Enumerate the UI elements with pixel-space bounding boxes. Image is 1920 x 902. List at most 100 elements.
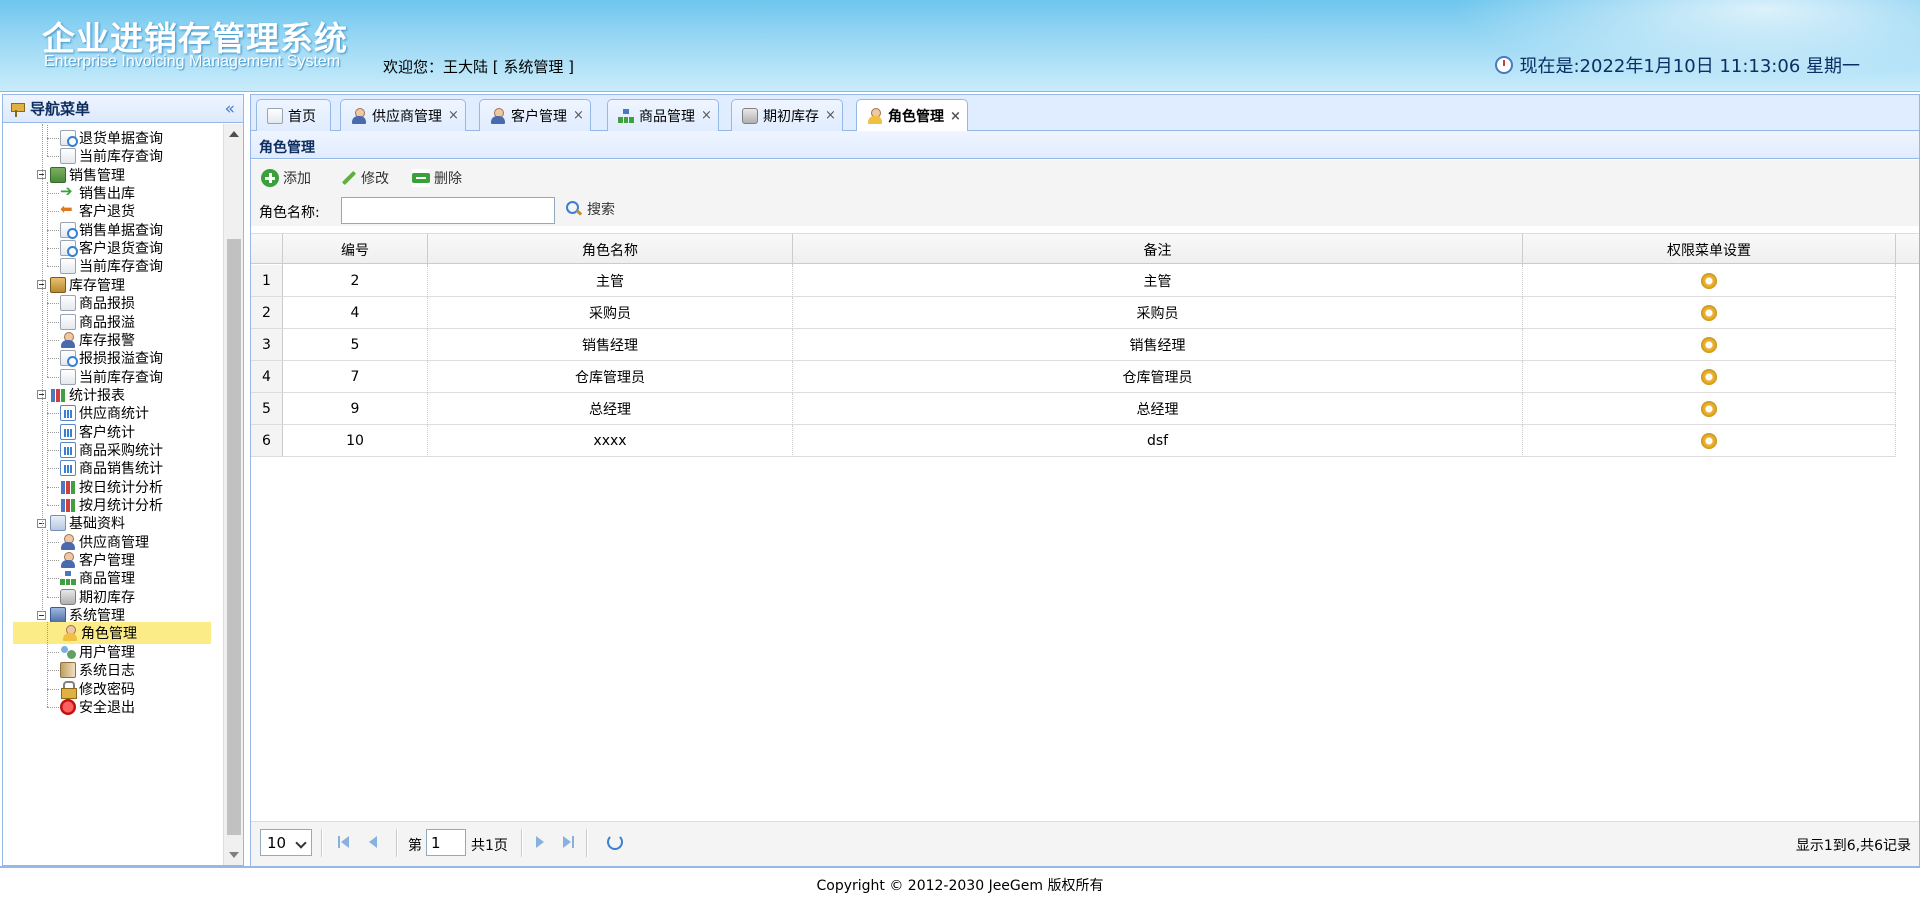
- doc-icon: [60, 148, 76, 165]
- page-total: 共1页: [471, 838, 508, 854]
- table-row[interactable]: 2 4 采购员 采购员: [251, 297, 1896, 329]
- tree-connector: [47, 541, 59, 543]
- cell-name: 仓库管理员: [428, 361, 793, 393]
- user-icon: [60, 533, 76, 550]
- close-tab-icon[interactable]: ×: [950, 109, 961, 124]
- row-number: 1: [251, 265, 283, 297]
- close-tab-icon[interactable]: ×: [825, 108, 836, 123]
- chart-icon: [60, 460, 76, 477]
- refresh-icon[interactable]: [607, 834, 623, 850]
- next-page-icon[interactable]: [534, 835, 548, 849]
- tab-label: 首页: [288, 108, 316, 125]
- doc-icon: [267, 107, 283, 124]
- column-header-permissions[interactable]: 权限菜单设置: [1523, 234, 1896, 265]
- tab-4[interactable]: 期初库存 ×: [731, 99, 843, 131]
- tab-5[interactable]: 角色管理 ×: [856, 99, 968, 132]
- permission-settings-gear-icon[interactable]: [1699, 303, 1719, 323]
- cell-permissions: [1523, 425, 1896, 457]
- page-size-select[interactable]: 10: [260, 829, 312, 856]
- clock-text: 现在是:2022年1月10日 11:13:06 星期一: [1519, 56, 1860, 77]
- tab-0[interactable]: 首页: [256, 99, 331, 131]
- collapse-sidebar-icon[interactable]: «: [225, 99, 235, 119]
- column-header-remark[interactable]: 备注: [793, 234, 1523, 265]
- close-tab-icon[interactable]: ×: [448, 108, 459, 123]
- tree-guide-line: [47, 401, 48, 505]
- sidebar-title: 导航菜单: [30, 100, 91, 118]
- cell-permissions: [1523, 361, 1896, 393]
- tree-connector: [47, 596, 59, 598]
- cell-name: 总经理: [428, 393, 793, 425]
- tab-label: 供应商管理: [372, 108, 442, 125]
- tree-guide-line: [42, 124, 43, 613]
- edit-label: 修改: [361, 171, 389, 187]
- tree-connector: [47, 578, 59, 580]
- search-doc-icon: [60, 350, 78, 368]
- prev-page-icon[interactable]: [364, 835, 378, 849]
- scroll-up-arrow-icon[interactable]: [229, 131, 239, 137]
- permission-settings-gear-icon[interactable]: [1699, 271, 1719, 291]
- header-decoration: [1400, 0, 1920, 91]
- tree-guide-line: [47, 291, 48, 377]
- row-number: 3: [251, 329, 283, 361]
- bar-chart-icon: [50, 387, 66, 403]
- cell-id: 2: [283, 265, 428, 297]
- tab-3[interactable]: 商品管理 ×: [607, 99, 719, 131]
- permission-settings-gear-icon[interactable]: [1699, 431, 1719, 451]
- bar-chart-icon: [60, 497, 76, 513]
- scroll-down-arrow-icon[interactable]: [229, 852, 239, 858]
- role-name-search-input[interactable]: [341, 197, 555, 224]
- edit-button[interactable]: 修改: [339, 167, 389, 189]
- table-row[interactable]: 3 5 销售经理 销售经理: [251, 329, 1896, 361]
- tree-item-31[interactable]: 安全退出: [60, 696, 135, 718]
- current-page-input[interactable]: 1: [426, 829, 466, 856]
- permission-settings-gear-icon[interactable]: [1699, 335, 1719, 355]
- close-tab-icon[interactable]: ×: [701, 108, 712, 123]
- permission-settings-gear-icon[interactable]: [1699, 399, 1719, 419]
- row-number: 2: [251, 297, 283, 329]
- tree-connector: [47, 651, 59, 653]
- database-icon: [60, 588, 76, 605]
- delete-label: 删除: [434, 171, 462, 187]
- column-header-name[interactable]: 角色名称: [428, 234, 793, 265]
- tab-1[interactable]: 供应商管理 ×: [340, 99, 466, 131]
- cell-permissions: [1523, 297, 1896, 329]
- tree-connector: [47, 560, 59, 562]
- table-row[interactable]: 1 2 主管 主管: [251, 265, 1896, 297]
- tree-connector: [47, 670, 59, 672]
- cell-id: 5: [283, 329, 428, 361]
- close-tab-icon[interactable]: ×: [573, 108, 584, 123]
- permission-settings-gear-icon[interactable]: [1699, 367, 1719, 387]
- search-button[interactable]: 搜索: [566, 199, 615, 219]
- table-row[interactable]: 4 7 仓库管理员 仓库管理员: [251, 361, 1896, 393]
- table-row[interactable]: 6 10 xxxx dsf: [251, 425, 1896, 457]
- tree-connector: [47, 156, 59, 158]
- search-doc-icon: [60, 221, 78, 239]
- table-row[interactable]: 5 9 总经理 总经理: [251, 393, 1896, 425]
- tree-connector: [47, 321, 59, 323]
- tab-label: 期初库存: [763, 108, 819, 125]
- search-doc-icon: [60, 130, 78, 147]
- app-subtitle: Enterprise Invoicing Management System: [44, 53, 341, 70]
- cell-remark: 总经理: [793, 393, 1523, 425]
- tab-bar: 首页 供应商管理 × 客户管理 × 商品管理 × 期初库存 × 角色管理 ×: [251, 95, 1919, 132]
- tree-connector: [47, 248, 59, 250]
- delete-button[interactable]: 删除: [412, 167, 462, 189]
- row-number-header: [251, 234, 283, 265]
- cell-name: 采购员: [428, 297, 793, 329]
- delete-icon: [412, 169, 430, 187]
- pager-separator: [321, 829, 323, 857]
- add-button[interactable]: 添加: [261, 167, 311, 189]
- tree-connector: [47, 193, 59, 195]
- users-icon: [60, 644, 76, 660]
- tab-2[interactable]: 客户管理 ×: [479, 99, 591, 131]
- tree-guide-line: [47, 622, 48, 707]
- tree-connector: [47, 431, 59, 433]
- first-page-icon[interactable]: [336, 835, 350, 849]
- arrow-right-icon: [60, 182, 76, 202]
- sidebar-scrollbar[interactable]: [223, 124, 243, 865]
- scrollbar-thumb[interactable]: [227, 239, 241, 835]
- page-size-value: 10: [267, 833, 287, 852]
- last-page-icon[interactable]: [561, 835, 575, 849]
- tree-icon: [618, 108, 634, 124]
- column-header-id[interactable]: 编号: [283, 234, 428, 265]
